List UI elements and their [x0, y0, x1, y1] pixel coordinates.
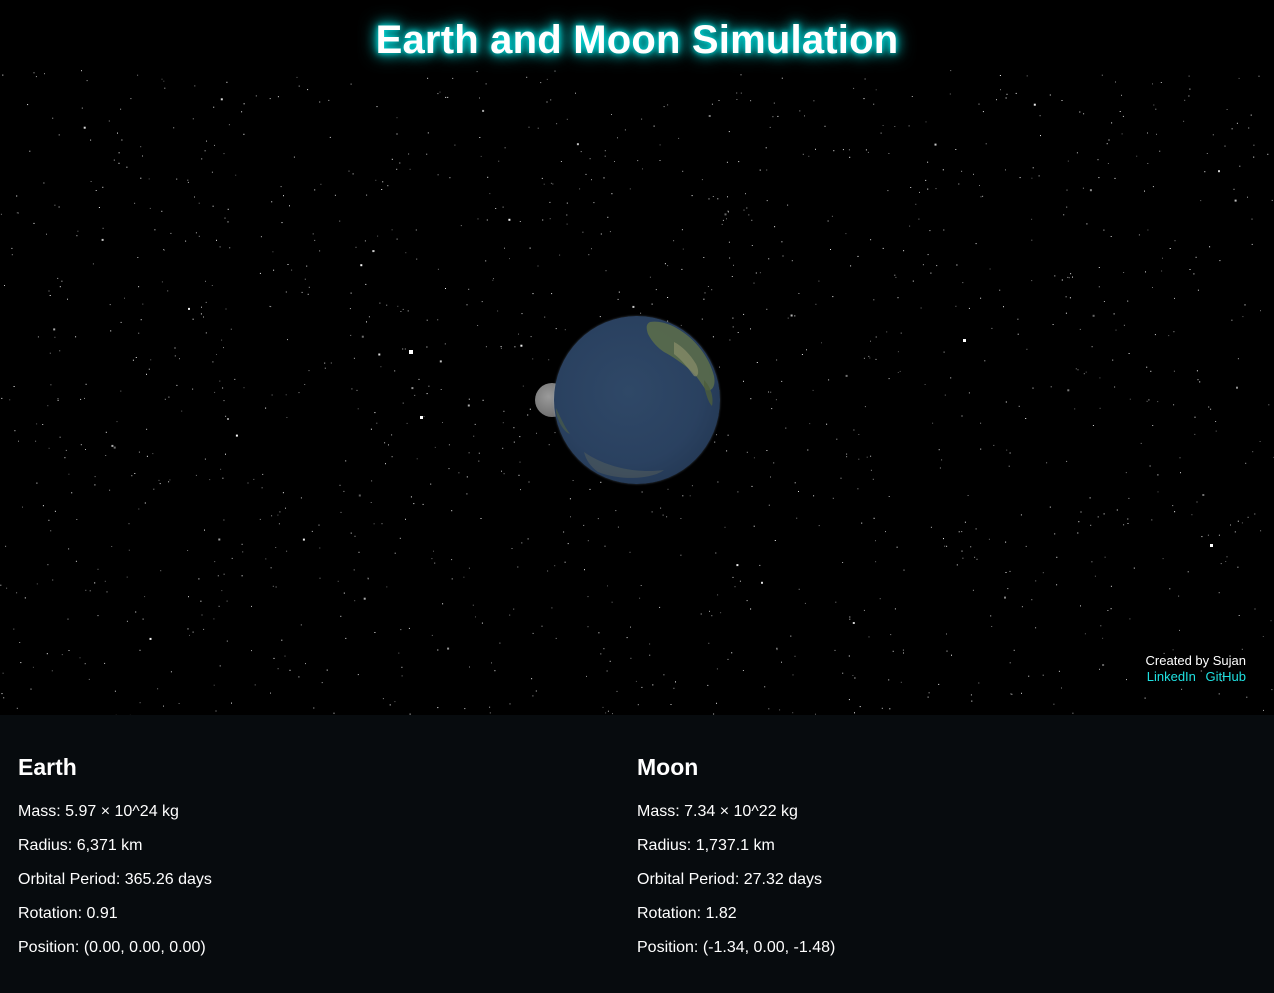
moon-rotation: Rotation: 1.82 — [637, 905, 737, 922]
earth-heading: Earth — [18, 754, 77, 780]
moon-heading: Moon — [637, 754, 699, 780]
earth-position: Position: (0.00, 0.00, 0.00) — [18, 939, 206, 956]
credits-author: Created by Sujan — [1145, 653, 1246, 668]
earth-surface-texture — [556, 321, 715, 478]
earth-rotation: Rotation: 0.91 — [18, 905, 118, 922]
page-title: Earth and Moon Simulation — [375, 18, 899, 62]
credits: Created by Sujan LinkedIn GitHub — [1141, 653, 1246, 685]
simulation-canvas[interactable]: Earth and Moon Simulation Created by Suj… — [0, 0, 1274, 715]
info-panel: Earth Mass: 5.97 × 10^24 kg Radius: 6,37… — [0, 715, 1274, 993]
moon-mass: Mass: 7.34 × 10^22 kg — [637, 803, 798, 820]
moon-orbital-period: Orbital Period: 27.32 days — [637, 871, 822, 888]
earth-info: Earth Mass: 5.97 × 10^24 kg Radius: 6,37… — [18, 753, 618, 965]
earth-orbital-period: Orbital Period: 365.26 days — [18, 871, 212, 888]
moon-radius: Radius: 1,737.1 km — [637, 837, 775, 854]
earth-radius: Radius: 6,371 km — [18, 837, 143, 854]
moon-position: Position: (-1.34, 0.00, -1.48) — [637, 939, 836, 956]
linkedin-link[interactable]: LinkedIn — [1147, 669, 1196, 684]
moon-info: Moon Mass: 7.34 × 10^22 kg Radius: 1,737… — [637, 753, 1237, 965]
earth-mass: Mass: 5.97 × 10^24 kg — [18, 803, 179, 820]
earth-sphere — [554, 316, 720, 484]
github-link[interactable]: GitHub — [1206, 669, 1246, 684]
